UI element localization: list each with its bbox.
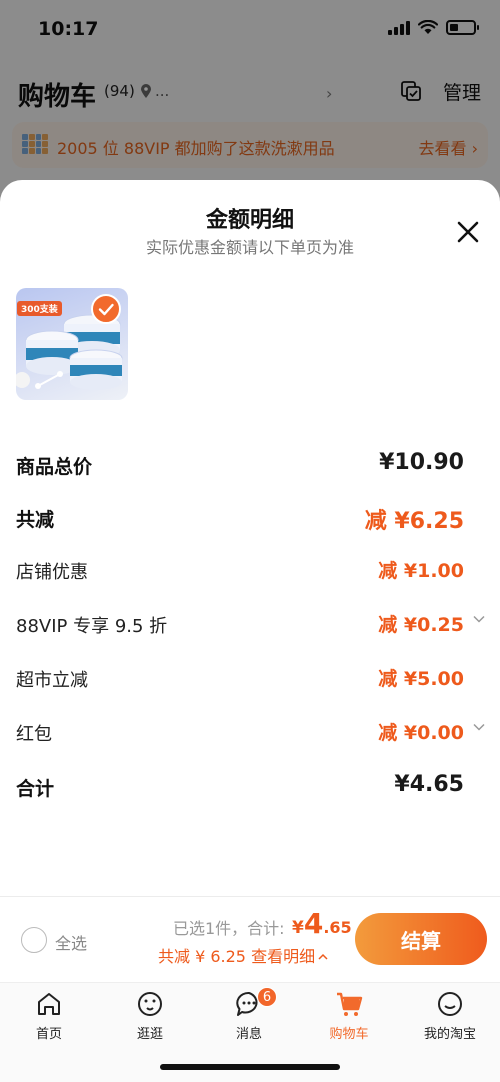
cart-icon — [337, 992, 363, 1016]
home-icon — [38, 993, 60, 1015]
product-badge: 300支装 — [17, 301, 62, 316]
tab-profile[interactable]: 我的淘宝 — [410, 989, 490, 1049]
profile-icon — [438, 992, 462, 1016]
tab-messages[interactable]: 6 消息 — [209, 987, 289, 1049]
row-88vip-discount[interactable]: 88VIP 专享 9.5 折 减 ¥0.25 — [16, 608, 486, 642]
row-label: 合计 — [16, 778, 55, 800]
chevron-up-icon — [318, 953, 328, 960]
row-supermarket-discount: 超市立减 减 ¥5.00 — [16, 662, 486, 696]
row-value: ¥4.65 — [394, 772, 464, 797]
message-badge: 6 — [257, 987, 277, 1007]
modal-overlay[interactable] — [0, 0, 500, 200]
select-all-label[interactable]: 全选 — [55, 930, 87, 954]
selected-check-icon[interactable] — [91, 294, 121, 324]
row-label: 店铺优惠 — [16, 562, 88, 583]
explore-icon — [138, 992, 162, 1016]
row-grand-total: 合计 ¥4.65 — [16, 770, 486, 804]
row-value: 减 ¥1.00 — [378, 560, 464, 582]
checkout-bar: 全选 已选1件，合计: ¥4.65 共减 ¥ 6.25 查看明细 结算 — [0, 896, 500, 982]
row-label: 超市立减 — [16, 670, 88, 691]
tab-cart[interactable]: 购物车 — [309, 989, 389, 1049]
row-value: 减 ¥0.00 — [378, 722, 464, 744]
row-label: 红包 — [16, 724, 52, 745]
chevron-down-icon[interactable] — [472, 720, 486, 734]
sheet-title: 金额明细 — [205, 208, 294, 233]
row-value: 减 ¥0.25 — [378, 614, 464, 636]
row-label: 88VIP 专享 9.5 折 — [16, 616, 168, 637]
row-label: 共减 — [16, 509, 55, 531]
row-item-total: 商品总价 ¥10.90 — [16, 448, 486, 482]
checkout-button[interactable]: 结算 — [355, 913, 487, 965]
total-price: ¥4.65 — [292, 907, 352, 940]
view-details-link[interactable]: 共减 ¥ 6.25 查看明细 — [158, 943, 329, 967]
home-indicator — [160, 1064, 340, 1070]
tab-explore[interactable]: 逛逛 — [110, 989, 190, 1049]
row-total-discount: 共减 减 ¥6.25 — [16, 501, 486, 535]
row-value: 减 ¥6.25 — [364, 509, 464, 534]
chevron-down-icon[interactable] — [472, 612, 486, 626]
tab-home[interactable]: 首页 — [9, 989, 89, 1049]
selected-count-text: 已选1件，合计: — [173, 919, 285, 938]
row-store-discount: 店铺优惠 减 ¥1.00 — [16, 554, 486, 588]
close-icon[interactable] — [454, 218, 482, 246]
row-label: 商品总价 — [16, 456, 93, 478]
row-red-packet[interactable]: 红包 减 ¥0.00 — [16, 716, 486, 750]
amount-detail-sheet: 金额明细 实际优惠金额请以下单页为准 300支装 商品总价 ¥10.90 共减 … — [0, 180, 500, 896]
row-value: ¥10.90 — [379, 450, 464, 475]
select-all-radio[interactable] — [21, 927, 47, 953]
row-value: 减 ¥5.00 — [378, 668, 464, 690]
sheet-subtitle: 实际优惠金额请以下单页为准 — [145, 238, 354, 257]
